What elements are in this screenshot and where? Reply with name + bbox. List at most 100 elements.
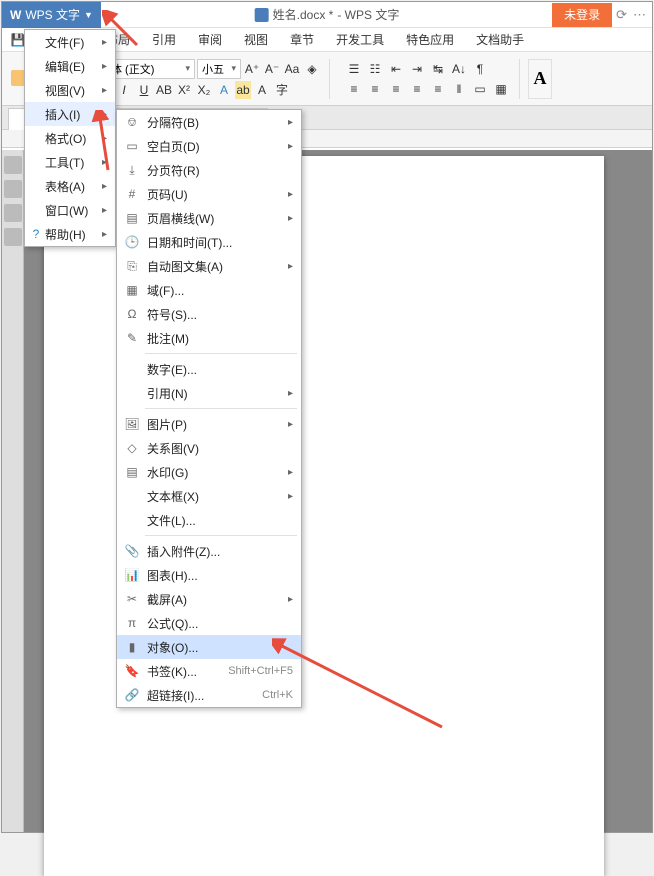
tab-icon[interactable]: ↹ [428,60,448,78]
submenu-arrow-icon: ▸ [288,419,293,430]
ribbon-tab[interactable]: 文档助手 [466,28,534,51]
submenu-item[interactable]: ▦域(F)... [117,278,301,302]
submenu-item[interactable]: ✎批注(M) [117,326,301,350]
annotation-arrow-icon [272,637,452,737]
submenu-item[interactable]: 🕒日期和时间(T)... [117,230,301,254]
grow-font-icon[interactable]: A⁺ [243,60,261,78]
submenu-item-label: 文件(L)... [147,512,293,529]
ribbon-tab[interactable]: 审阅 [188,28,232,51]
font-group: 宋体 (正文)▾ 小五▾ A⁺ A⁻ Aa ◈ B I U AB X² X₂ A… [95,59,321,99]
style-normal[interactable]: A [528,59,552,99]
submenu-item[interactable]: ▭空白页(D)▸ [117,134,301,158]
submenu-item[interactable]: ▤页眉横线(W)▸ [117,206,301,230]
clear-format-icon[interactable]: ◈ [303,60,321,78]
separator [329,59,330,99]
submenu-arrow-icon: ▸ [288,141,293,152]
distribute-icon[interactable]: ≡ [428,80,448,98]
submenu-arrow-icon: ▸ [102,205,107,216]
menu-item[interactable]: 视图(V)▸ [25,78,115,102]
sort-icon[interactable]: A↓ [449,60,469,78]
submenu-item[interactable]: 📎插入附件(Z)... [117,539,301,563]
submenu-item-label: 插入附件(Z)... [147,543,293,560]
numbering-icon[interactable]: ☷ [365,60,385,78]
submenu-item-label: 自动图文集(A) [147,258,280,275]
underline-icon[interactable]: U [135,81,153,99]
ribbon-tab[interactable]: 特色应用 [396,28,464,51]
align-center-icon[interactable]: ≡ [365,80,385,98]
submenu-item[interactable]: ◇关系图(V) [117,436,301,460]
submenu-item[interactable]: 🖼图片(P) ▸ [117,412,301,436]
submenu-item-label: 超链接(I)... [147,687,252,704]
submenu-item[interactable]: ⤓分页符(R) [117,158,301,182]
subscript-icon[interactable]: X₂ [195,81,213,99]
app-menu-button[interactable]: W WPS 文字 ▼ [2,2,101,28]
align-left-icon[interactable]: ≡ [344,80,364,98]
submenu-item[interactable]: ⎘自动图文集(A)▸ [117,254,301,278]
superscript-icon[interactable]: X² [175,81,193,99]
change-case-icon[interactable]: Aa [283,60,301,78]
submenu-item[interactable]: Ω符号(S)... [117,302,301,326]
submenu-item[interactable]: #页码(U)▸ [117,182,301,206]
italic-icon[interactable]: I [115,81,133,99]
char-shading-icon[interactable]: A [253,81,271,99]
sync-icon[interactable]: ⟳ [616,7,627,23]
ribbon-tab[interactable]: 开发工具 [326,28,394,51]
menu-item[interactable]: 编辑(E)▸ [25,54,115,78]
hy-icon: 🔗 [117,688,147,702]
ribbon-tab[interactable]: 章节 [280,28,324,51]
sidebar-icon[interactable] [4,180,22,198]
sidebar-icon[interactable] [4,156,22,174]
submenu-arrow-icon: ▸ [288,261,293,272]
align-right-icon[interactable]: ≡ [386,80,406,98]
cm-icon: ✎ [117,331,147,345]
submenu-item-label: 图片(P) [147,416,280,433]
char-border-icon[interactable]: 字 [273,81,291,99]
justify-icon[interactable]: ≡ [407,80,427,98]
ribbon-tab[interactable]: 引用 [142,28,186,51]
login-button[interactable]: 未登录 [552,3,612,27]
obj-icon: ▮ [117,640,147,654]
show-marks-icon[interactable]: ¶ [470,60,490,78]
menu-item[interactable]: ?帮助(H)▸ [25,222,115,246]
dt-icon: 🕒 [117,235,147,249]
font-color-icon[interactable]: A [215,81,233,99]
submenu-arrow-icon: ▸ [288,594,293,605]
strike-icon[interactable]: AB [155,81,173,99]
submenu-item-label: 符号(S)... [147,306,293,323]
more-icon[interactable]: ⋯ [633,7,646,23]
submenu-arrow-icon: ▸ [288,388,293,399]
bm-icon: 🔖 [117,664,147,678]
submenu-item[interactable]: ▤水印(G)▸ [117,460,301,484]
menu-item[interactable]: 窗口(W)▸ [25,198,115,222]
bullets-icon[interactable]: ☰ [344,60,364,78]
att-icon: 📎 [117,544,147,558]
ch-icon: 📊 [117,568,147,582]
submenu-item-label: 图表(H)... [147,567,293,584]
submenu-item[interactable]: ⎊分隔符(B)▸ [117,110,301,134]
indent-icon[interactable]: ⇥ [407,60,427,78]
shrink-font-icon[interactable]: A⁻ [263,60,281,78]
submenu-item[interactable]: 📊图表(H)... [117,563,301,587]
line-spacing-icon[interactable]: ‖ [449,80,469,98]
submenu-arrow-icon: ▸ [102,181,107,192]
submenu-item[interactable]: ✂截屏(A)▸ [117,587,301,611]
shading-icon[interactable]: ▭ [470,80,490,98]
title-bar: W WPS 文字 ▼ 姓名.docx * - WPS 文字 未登录 ⟳ ⋯ [2,2,652,28]
submenu-item[interactable]: 文本框(X)▸ [117,484,301,508]
submenu-item-label: 批注(M) [147,330,293,347]
outdent-icon[interactable]: ⇤ [386,60,406,78]
font-size-select[interactable]: 小五▾ [197,59,241,79]
pic-icon: 🖼 [117,417,147,431]
ribbon-tab[interactable]: 视图 [234,28,278,51]
submenu-item[interactable]: 引用(N)▸ [117,381,301,405]
submenu-arrow-icon: ▸ [288,491,293,502]
sidebar-icon[interactable] [4,204,22,222]
annotation-arrow-icon [80,110,140,180]
submenu-item[interactable]: 数字(E)... [117,357,301,381]
borders-icon[interactable]: ▦ [491,80,511,98]
submenu-item-label: 分页符(R) [147,162,293,179]
submenu-item[interactable]: π公式(Q)... [117,611,301,635]
submenu-item[interactable]: 文件(L)... [117,508,301,532]
highlight-icon[interactable]: ab [235,81,251,99]
sidebar-icon[interactable] [4,228,22,246]
